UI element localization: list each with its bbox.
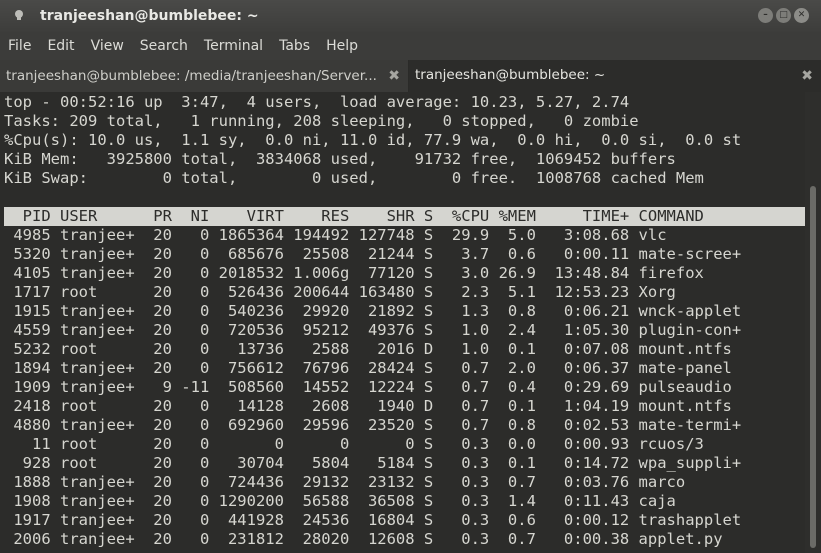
process-row: 1917 tranjee+ 20 0 441928 24536 16804 S … — [4, 511, 742, 529]
process-row: 1894 tranjee+ 20 0 756612 76796 28424 S … — [4, 359, 732, 377]
title-bar[interactable]: tranjeeshan@bumblebee: ~ – □ ✕ — [0, 0, 821, 32]
menu-tabs[interactable]: Tabs — [271, 38, 318, 54]
tab-close-icon[interactable]: ✖ — [388, 68, 400, 84]
tab-close-icon[interactable]: ✖ — [801, 68, 813, 84]
terminal-app-icon — [15, 10, 23, 20]
process-row: 2418 root 20 0 14128 2608 1940 D 0.7 0.1… — [4, 397, 732, 415]
menu-search[interactable]: Search — [132, 38, 196, 54]
process-row: 5320 tranjee+ 20 0 685676 25508 21244 S … — [4, 245, 742, 263]
close-icon[interactable]: ✕ — [794, 8, 809, 23]
process-row: 2006 tranjee+ 20 0 231812 28020 12608 S … — [4, 530, 723, 548]
process-row: 11 root 20 0 0 0 0 S 0.3 0.0 0:00.93 rcu… — [4, 435, 704, 453]
process-row: 4985 tranjee+ 20 0 1865364 194492 127748… — [4, 226, 667, 244]
terminal-window: tranjeeshan@bumblebee: ~ – □ ✕ File Edit… — [0, 0, 821, 553]
summary-line-swap: KiB Swap: 0 total, 0 used, 0 free. 10087… — [4, 169, 704, 187]
menu-help[interactable]: Help — [318, 38, 366, 54]
process-row: 4559 tranjee+ 20 0 720536 95212 49376 S … — [4, 321, 742, 339]
summary-line-uptime: top - 00:52:16 up 3:47, 4 users, load av… — [4, 93, 630, 111]
menu-bar: File Edit View Search Terminal Tabs Help — [0, 32, 821, 60]
maximize-icon[interactable]: □ — [776, 8, 791, 23]
menu-edit[interactable]: Edit — [39, 38, 82, 54]
process-row: 1888 tranjee+ 20 0 724436 29132 23132 S … — [4, 473, 686, 491]
tab-label: tranjeeshan@bumblebee: ~ — [415, 67, 606, 83]
tab-label: tranjeeshan@bumblebee: /media/tranjeesha… — [6, 68, 377, 84]
scrollbar[interactable] — [805, 92, 821, 553]
process-row: 1915 tranjee+ 20 0 540236 29920 21892 S … — [4, 302, 742, 320]
process-row: 1717 root 20 0 526436 200644 163480 S 2.… — [4, 283, 676, 301]
minimize-icon[interactable]: – — [758, 8, 773, 23]
process-row: 5232 root 20 0 13736 2588 2016 D 1.0 0.1… — [4, 340, 732, 358]
process-row: 4105 tranjee+ 20 0 2018532 1.006g 77120 … — [4, 264, 704, 282]
process-row: 1909 tranjee+ 9 -11 508560 14552 12224 S… — [4, 378, 732, 396]
scrollbar-thumb[interactable] — [810, 186, 816, 548]
process-row: 928 root 20 0 30704 5804 5184 S 0.3 0.1 … — [4, 454, 742, 472]
tab-bar: tranjeeshan@bumblebee: /media/tranjeesha… — [0, 60, 821, 92]
menu-terminal[interactable]: Terminal — [196, 38, 271, 54]
process-table-header: PID USER PR NI VIRT RES SHR S %CPU %MEM … — [4, 207, 704, 225]
menu-file[interactable]: File — [0, 38, 39, 54]
process-row: 4880 tranjee+ 20 0 692960 29596 23520 S … — [4, 416, 742, 434]
summary-line-tasks: Tasks: 209 total, 1 running, 208 sleepin… — [4, 112, 639, 130]
tab-server[interactable]: tranjeeshan@bumblebee: /media/tranjeesha… — [0, 60, 409, 92]
window-title: tranjeeshan@bumblebee: ~ — [40, 8, 259, 24]
menu-view[interactable]: View — [83, 38, 132, 54]
window-controls: – □ ✕ — [758, 8, 809, 23]
summary-line-cpu: %Cpu(s): 10.0 us, 1.1 sy, 0.0 ni, 11.0 i… — [4, 131, 742, 149]
process-row: 1908 tranjee+ 20 0 1290200 56588 36508 S… — [4, 492, 676, 510]
terminal-output[interactable]: top - 00:52:16 up 3:47, 4 users, load av… — [0, 92, 805, 553]
tab-home[interactable]: tranjeeshan@bumblebee: ~ ✖ — [409, 60, 821, 92]
summary-line-mem: KiB Mem: 3925800 total, 3834068 used, 91… — [4, 150, 676, 168]
